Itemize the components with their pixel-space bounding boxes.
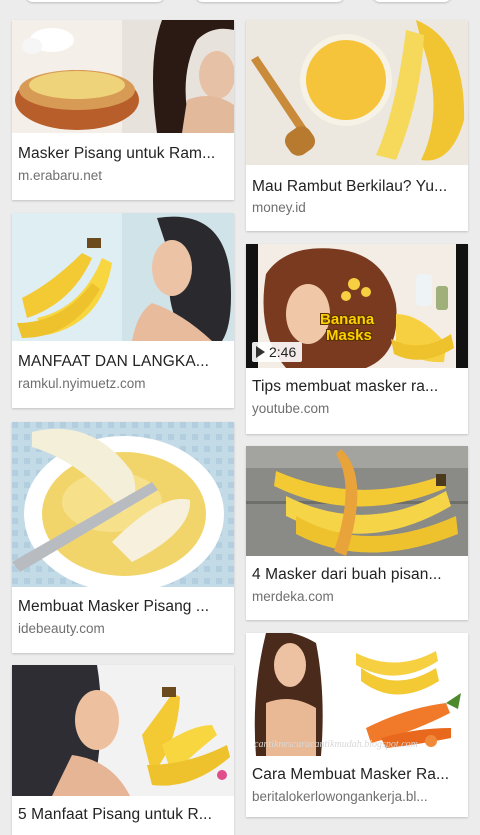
result-title[interactable]: Masker Pisang untuk Ram... <box>18 145 228 163</box>
result-thumbnail[interactable] <box>12 213 234 341</box>
result-title[interactable]: 4 Masker dari buah pisan... <box>252 566 462 584</box>
result-thumbnail[interactable]: Banana Masks 2:46 <box>246 244 468 368</box>
result-title[interactable]: Membuat Masker Pisang ... <box>18 598 228 616</box>
video-duration: 2:46 <box>269 344 297 360</box>
result-card-4[interactable]: Banana Masks 2:46 Tips membuat masker ra… <box>246 244 468 434</box>
result-title[interactable]: Tips membuat masker ra... <box>252 378 462 396</box>
result-domain: merdeka.com <box>252 589 334 604</box>
video-duration-badge: 2:46 <box>252 342 303 362</box>
result-domain: ramkul.nyimuetz.com <box>18 376 146 391</box>
top-chip-right[interactable] <box>372 0 452 2</box>
result-thumbnail[interactable] <box>246 20 468 165</box>
result-domain: money.id <box>252 200 306 215</box>
result-thumbnail[interactable] <box>12 20 234 133</box>
result-card-1[interactable]: Masker Pisang untuk Ram... m.erabaru.net <box>12 20 234 200</box>
thumbnail-overlay-text: Masks <box>326 327 372 344</box>
result-thumbnail[interactable] <box>246 446 468 556</box>
result-card-5[interactable]: Membuat Masker Pisang ... idebeauty.com <box>12 422 234 653</box>
result-thumbnail[interactable] <box>12 665 234 796</box>
thumbnail-watermark: cantiknescaracantikmudah.blogspot.com <box>254 739 418 750</box>
top-chip-middle[interactable] <box>195 0 345 2</box>
result-title[interactable]: Mau Rambut Berkilau? Yu... <box>252 178 462 196</box>
result-title[interactable]: 5 Manfaat Pisang untuk R... <box>18 806 228 824</box>
result-title[interactable]: Cara Membuat Masker Ra... <box>252 766 462 784</box>
result-domain: youtube.com <box>252 401 330 416</box>
play-icon <box>256 346 265 358</box>
result-domain: beritalokerlowongankerja.bl... <box>252 789 428 804</box>
result-card-7[interactable]: 5 Manfaat Pisang untuk R... <box>12 665 234 835</box>
result-card-2[interactable]: Mau Rambut Berkilau? Yu... money.id <box>246 20 468 231</box>
result-card-3[interactable]: MANFAAT DAN LANGKA... ramkul.nyimuetz.co… <box>12 213 234 408</box>
result-title[interactable]: MANFAAT DAN LANGKA... <box>18 353 228 371</box>
result-domain: idebeauty.com <box>18 621 105 636</box>
top-chip-left[interactable] <box>25 0 165 2</box>
result-domain: m.erabaru.net <box>18 168 103 183</box>
result-thumbnail[interactable] <box>12 422 234 587</box>
result-card-6[interactable]: 4 Masker dari buah pisan... merdeka.com <box>246 446 468 620</box>
result-card-8[interactable]: cantiknescaracantikmudah.blogspot.com Ca… <box>246 633 468 817</box>
result-thumbnail[interactable]: cantiknescaracantikmudah.blogspot.com <box>246 633 468 756</box>
thumbnail-overlay-text: Banana <box>320 311 375 328</box>
